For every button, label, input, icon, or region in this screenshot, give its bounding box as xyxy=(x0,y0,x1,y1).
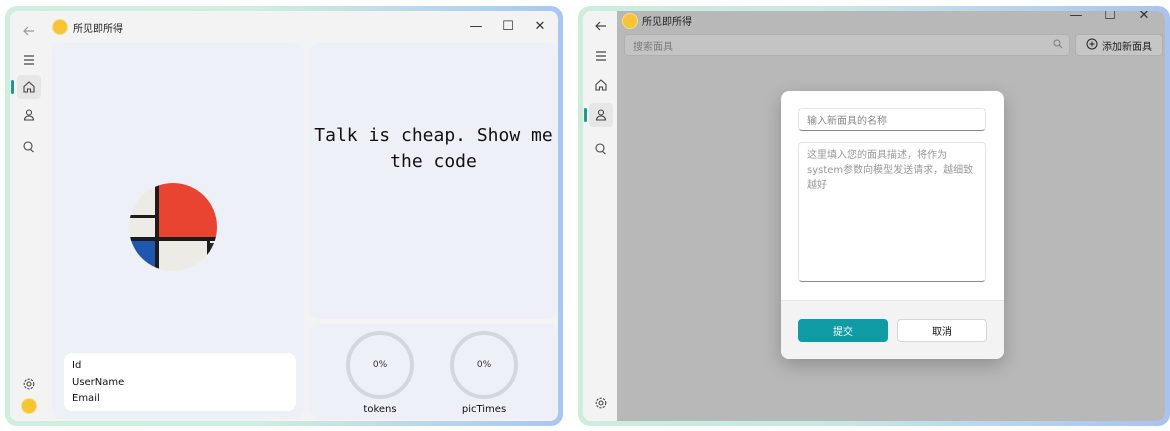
window-title: 所见即所得 xyxy=(73,23,123,35)
right-screenshot-panel: 所见即所得 — ☐ ✕ 搜索面具 添加新面具 输入新面具的名称 这里填入您的面具… xyxy=(578,6,1170,426)
back-arrow-icon[interactable] xyxy=(17,19,41,43)
close-icon[interactable]: ✕ xyxy=(1127,11,1161,25)
search-icon[interactable] xyxy=(1053,39,1063,52)
add-circle-icon xyxy=(1086,38,1098,53)
add-mask-label: 添加新面具 xyxy=(1102,41,1152,53)
mask-icon[interactable] xyxy=(589,103,613,127)
cancel-button[interactable]: 取消 xyxy=(897,319,987,342)
minimize-icon[interactable]: — xyxy=(460,11,492,41)
back-arrow-icon[interactable] xyxy=(589,14,613,38)
app-logo-icon xyxy=(623,13,637,28)
pictimes-label: picTimes xyxy=(461,404,507,415)
tokens-progress-ring: 0% xyxy=(346,331,414,399)
mask-icon[interactable] xyxy=(17,103,41,127)
nav-rail-right xyxy=(583,11,617,421)
mask-description-placeholder: 这里填入您的面具描述，将作为system参数向模型发送请求，越细致越好 xyxy=(807,150,974,191)
pictimes-value: 0% xyxy=(476,360,492,370)
stats-card: 0% tokens 0% picTimes xyxy=(309,324,558,419)
profile-avatar xyxy=(129,183,217,271)
home-icon[interactable] xyxy=(17,75,41,99)
titlebar-right: 所见即所得 xyxy=(623,13,692,28)
submit-button[interactable]: 提交 xyxy=(798,319,888,342)
chat-icon[interactable] xyxy=(589,137,613,161)
window-controls: — ☐ ✕ xyxy=(1059,11,1161,25)
home-window: 所见即所得 — ☐ ✕ Id UserName Email Talk is ch… xyxy=(10,11,558,421)
active-indicator xyxy=(11,80,14,94)
window-title: 所见即所得 xyxy=(642,17,692,28)
quote-card: Talk is cheap. Show me the code xyxy=(309,43,558,319)
tokens-label: tokens xyxy=(363,404,397,415)
chat-icon[interactable] xyxy=(17,135,41,159)
tokens-value: 0% xyxy=(372,360,388,370)
user-email-label: Email xyxy=(72,393,100,404)
user-avatar-icon[interactable] xyxy=(22,399,36,413)
mask-description-textarea[interactable]: 这里填入您的面具描述，将作为system参数向模型发送请求，越细致越好 xyxy=(798,142,986,282)
settings-icon[interactable] xyxy=(589,391,613,415)
user-id-label: Id xyxy=(72,360,82,371)
user-username-label: UserName xyxy=(72,376,125,388)
menu-icon[interactable] xyxy=(589,44,613,68)
settings-icon[interactable] xyxy=(17,372,41,396)
add-mask-button[interactable]: 添加新面具 xyxy=(1075,34,1163,56)
dialog-footer: 提交 取消 xyxy=(781,300,1004,359)
user-info-box: Id UserName Email xyxy=(64,353,296,411)
left-screenshot-panel: 所见即所得 — ☐ ✕ Id UserName Email Talk is ch… xyxy=(5,6,563,426)
new-mask-dialog: 输入新面具的名称 这里填入您的面具描述，将作为system参数向模型发送请求，越… xyxy=(781,91,1004,359)
mask-name-input[interactable]: 输入新面具的名称 xyxy=(798,108,986,131)
active-indicator xyxy=(584,108,587,122)
mask-window: 所见即所得 — ☐ ✕ 搜索面具 添加新面具 输入新面具的名称 这里填入您的面具… xyxy=(583,11,1165,421)
home-icon[interactable] xyxy=(589,73,613,97)
close-icon[interactable]: ✕ xyxy=(524,11,556,41)
titlebar: 所见即所得 — ☐ ✕ xyxy=(48,11,558,43)
minimize-icon[interactable]: — xyxy=(1059,11,1093,25)
profile-card: Id UserName Email xyxy=(52,43,304,419)
maximize-icon[interactable]: ☐ xyxy=(1093,11,1127,25)
window-controls: — ☐ ✕ xyxy=(460,11,556,41)
quote-text: Talk is cheap. Show me the code xyxy=(314,125,553,172)
pictimes-progress-ring: 0% xyxy=(450,331,518,399)
mask-name-placeholder: 输入新面具的名称 xyxy=(807,116,887,127)
menu-icon[interactable] xyxy=(17,48,41,72)
nav-rail xyxy=(10,11,48,421)
maximize-icon[interactable]: ☐ xyxy=(492,11,524,41)
search-placeholder: 搜索面具 xyxy=(633,41,673,53)
mask-search-input[interactable]: 搜索面具 xyxy=(624,34,1070,56)
app-logo-icon xyxy=(53,20,67,34)
